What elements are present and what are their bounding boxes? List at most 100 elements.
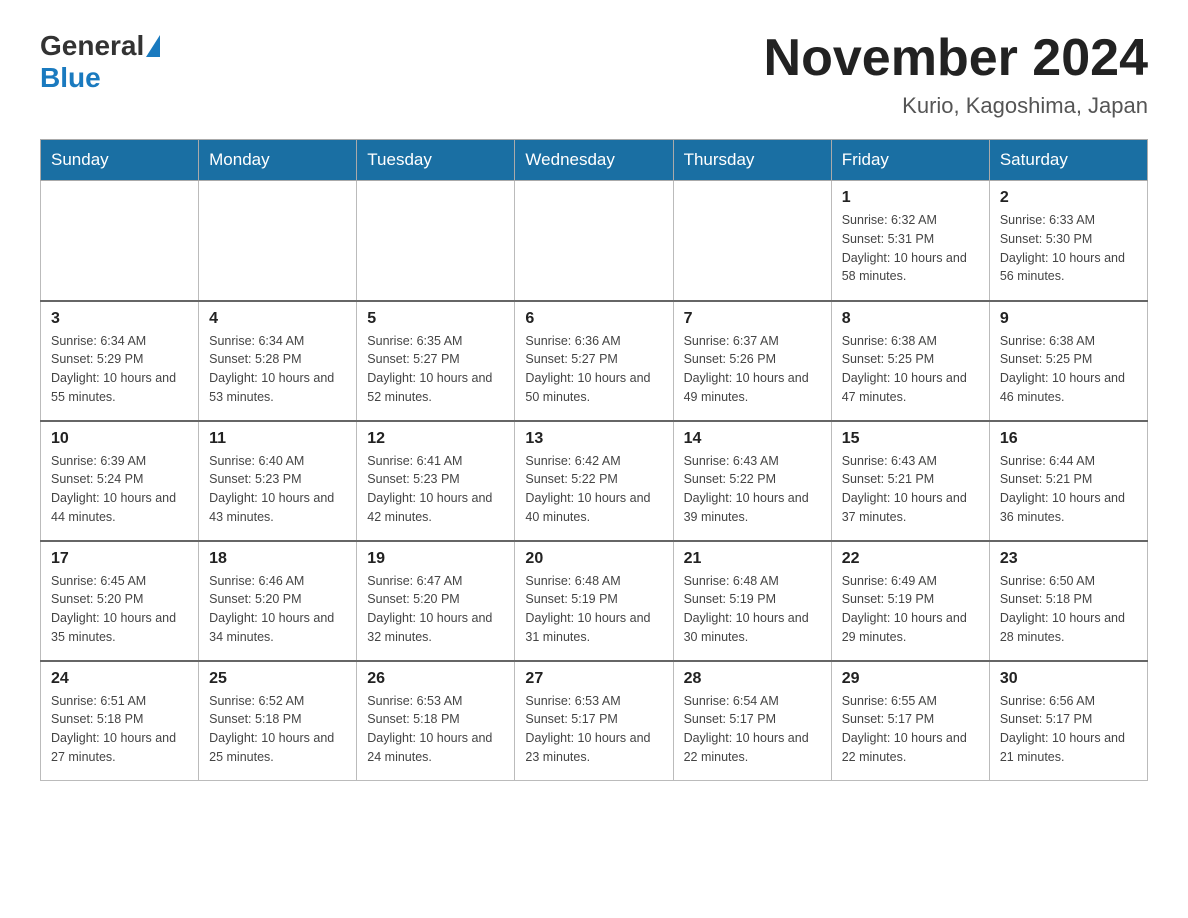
day-info: Sunrise: 6:53 AMSunset: 5:17 PMDaylight:…: [525, 692, 662, 767]
day-number: 7: [684, 310, 821, 328]
day-info: Sunrise: 6:50 AMSunset: 5:18 PMDaylight:…: [1000, 572, 1137, 647]
weekday-header-friday: Friday: [831, 140, 989, 181]
calendar-cell: 8Sunrise: 6:38 AMSunset: 5:25 PMDaylight…: [831, 301, 989, 421]
calendar-cell: 19 Sunrise: 6:47 AMSunset: 5:20 PMDayligh…: [357, 541, 515, 661]
calendar-week-1: 3Sunrise: 6:34 AMSunset: 5:29 PMDaylight…: [41, 301, 1148, 421]
title-section: November 2024 Kurio, Kagoshima, Japan: [764, 30, 1148, 119]
day-number: 2: [1000, 189, 1137, 207]
day-info: Sunrise: 6:39 AMSunset: 5:24 PMDaylight:…: [51, 452, 188, 527]
calendar-cell: [515, 181, 673, 301]
day-number: 25: [209, 670, 346, 688]
day-number: 13: [525, 430, 662, 448]
calendar-week-2: 10 Sunrise: 6:39 AMSunset: 5:24 PMDayligh…: [41, 421, 1148, 541]
day-info: Sunrise: 6:47 AMSunset: 5:20 PMDaylight:…: [367, 572, 504, 647]
day-info: Sunrise: 6:53 AMSunset: 5:18 PMDaylight:…: [367, 692, 504, 767]
day-number: 14: [684, 430, 821, 448]
day-info: Sunrise: 6:43 AMSunset: 5:22 PMDaylight:…: [684, 452, 821, 527]
day-info: Sunrise: 6:40 AMSunset: 5:23 PMDaylight:…: [209, 452, 346, 527]
calendar-week-3: 17 Sunrise: 6:45 AMSunset: 5:20 PMDayligh…: [41, 541, 1148, 661]
calendar-cell: 1 Sunrise: 6:32 AMSunset: 5:31 PMDaylight…: [831, 181, 989, 301]
day-info: Sunrise: 6:41 AMSunset: 5:23 PMDaylight:…: [367, 452, 504, 527]
calendar-cell: 27Sunrise: 6:53 AMSunset: 5:17 PMDayligh…: [515, 661, 673, 781]
weekday-header-saturday: Saturday: [989, 140, 1147, 181]
day-info: Sunrise: 6:48 AMSunset: 5:19 PMDaylight:…: [684, 572, 821, 647]
day-number: 17: [51, 550, 188, 568]
day-number: 10: [51, 430, 188, 448]
day-number: 11: [209, 430, 346, 448]
day-number: 28: [684, 670, 821, 688]
weekday-header-monday: Monday: [199, 140, 357, 181]
calendar-cell: 29 Sunrise: 6:55 AMSunset: 5:17 PMDayligh…: [831, 661, 989, 781]
day-info: Sunrise: 6:55 AMSunset: 5:17 PMDaylight:…: [842, 692, 979, 767]
day-number: 6: [525, 310, 662, 328]
day-number: 3: [51, 310, 188, 328]
logo-general-text: General: [40, 30, 144, 62]
month-title: November 2024: [764, 30, 1148, 87]
day-info: Sunrise: 6:36 AMSunset: 5:27 PMDaylight:…: [525, 332, 662, 407]
calendar-week-4: 24Sunrise: 6:51 AMSunset: 5:18 PMDayligh…: [41, 661, 1148, 781]
day-info: Sunrise: 6:45 AMSunset: 5:20 PMDaylight:…: [51, 572, 188, 647]
calendar-cell: 25 Sunrise: 6:52 AMSunset: 5:18 PMDayligh…: [199, 661, 357, 781]
day-number: 4: [209, 310, 346, 328]
location-title: Kurio, Kagoshima, Japan: [764, 93, 1148, 119]
day-number: 18: [209, 550, 346, 568]
day-number: 16: [1000, 430, 1137, 448]
day-info: Sunrise: 6:49 AMSunset: 5:19 PMDaylight:…: [842, 572, 979, 647]
day-info: Sunrise: 6:38 AMSunset: 5:25 PMDaylight:…: [1000, 332, 1137, 407]
calendar-cell: 30Sunrise: 6:56 AMSunset: 5:17 PMDayligh…: [989, 661, 1147, 781]
calendar-cell: 21 Sunrise: 6:48 AMSunset: 5:19 PMDayligh…: [673, 541, 831, 661]
day-info: Sunrise: 6:37 AMSunset: 5:26 PMDaylight:…: [684, 332, 821, 407]
day-number: 19: [367, 550, 504, 568]
day-number: 1: [842, 189, 979, 207]
calendar-cell: 23 Sunrise: 6:50 AMSunset: 5:18 PMDayligh…: [989, 541, 1147, 661]
calendar-cell: 18 Sunrise: 6:46 AMSunset: 5:20 PMDayligh…: [199, 541, 357, 661]
day-info: Sunrise: 6:34 AMSunset: 5:28 PMDaylight:…: [209, 332, 346, 407]
calendar-cell: 10 Sunrise: 6:39 AMSunset: 5:24 PMDayligh…: [41, 421, 199, 541]
day-number: 29: [842, 670, 979, 688]
calendar-cell: 11 Sunrise: 6:40 AMSunset: 5:23 PMDayligh…: [199, 421, 357, 541]
calendar-cell: 24Sunrise: 6:51 AMSunset: 5:18 PMDayligh…: [41, 661, 199, 781]
calendar-cell: 26Sunrise: 6:53 AMSunset: 5:18 PMDayligh…: [357, 661, 515, 781]
calendar-cell: 22 Sunrise: 6:49 AMSunset: 5:19 PMDayligh…: [831, 541, 989, 661]
calendar-cell: 6 Sunrise: 6:36 AMSunset: 5:27 PMDaylight…: [515, 301, 673, 421]
day-number: 9: [1000, 310, 1137, 328]
calendar-cell: 13Sunrise: 6:42 AMSunset: 5:22 PMDayligh…: [515, 421, 673, 541]
calendar-cell: 12 Sunrise: 6:41 AMSunset: 5:23 PMDayligh…: [357, 421, 515, 541]
logo: General Blue: [40, 30, 162, 94]
calendar-cell: 17 Sunrise: 6:45 AMSunset: 5:20 PMDayligh…: [41, 541, 199, 661]
page-header: General Blue November 2024 Kurio, Kagosh…: [40, 30, 1148, 119]
day-info: Sunrise: 6:52 AMSunset: 5:18 PMDaylight:…: [209, 692, 346, 767]
calendar-cell: 2Sunrise: 6:33 AMSunset: 5:30 PMDaylight…: [989, 181, 1147, 301]
weekday-header-sunday: Sunday: [41, 140, 199, 181]
day-number: 8: [842, 310, 979, 328]
weekday-header-thursday: Thursday: [673, 140, 831, 181]
calendar-cell: 9 Sunrise: 6:38 AMSunset: 5:25 PMDaylight…: [989, 301, 1147, 421]
calendar-cell: 15 Sunrise: 6:43 AMSunset: 5:21 PMDayligh…: [831, 421, 989, 541]
day-info: Sunrise: 6:35 AMSunset: 5:27 PMDaylight:…: [367, 332, 504, 407]
calendar-cell: 4 Sunrise: 6:34 AMSunset: 5:28 PMDaylight…: [199, 301, 357, 421]
calendar-cell: 16 Sunrise: 6:44 AMSunset: 5:21 PMDayligh…: [989, 421, 1147, 541]
calendar-cell: [199, 181, 357, 301]
calendar-cell: 7 Sunrise: 6:37 AMSunset: 5:26 PMDaylight…: [673, 301, 831, 421]
calendar-cell: [673, 181, 831, 301]
day-number: 15: [842, 430, 979, 448]
logo-blue-text: Blue: [40, 62, 101, 94]
day-info: Sunrise: 6:48 AMSunset: 5:19 PMDaylight:…: [525, 572, 662, 647]
weekday-header-wednesday: Wednesday: [515, 140, 673, 181]
day-number: 12: [367, 430, 504, 448]
day-info: Sunrise: 6:43 AMSunset: 5:21 PMDaylight:…: [842, 452, 979, 527]
day-number: 20: [525, 550, 662, 568]
weekday-header-row: SundayMondayTuesdayWednesdayThursdayFrid…: [41, 140, 1148, 181]
calendar-cell: 3Sunrise: 6:34 AMSunset: 5:29 PMDaylight…: [41, 301, 199, 421]
day-number: 22: [842, 550, 979, 568]
calendar-cell: [41, 181, 199, 301]
day-info: Sunrise: 6:54 AMSunset: 5:17 PMDaylight:…: [684, 692, 821, 767]
day-info: Sunrise: 6:44 AMSunset: 5:21 PMDaylight:…: [1000, 452, 1137, 527]
calendar-week-0: 1 Sunrise: 6:32 AMSunset: 5:31 PMDaylight…: [41, 181, 1148, 301]
day-info: Sunrise: 6:32 AMSunset: 5:31 PMDaylight:…: [842, 211, 979, 286]
day-number: 21: [684, 550, 821, 568]
day-number: 30: [1000, 670, 1137, 688]
day-info: Sunrise: 6:46 AMSunset: 5:20 PMDaylight:…: [209, 572, 346, 647]
day-number: 23: [1000, 550, 1137, 568]
day-number: 24: [51, 670, 188, 688]
